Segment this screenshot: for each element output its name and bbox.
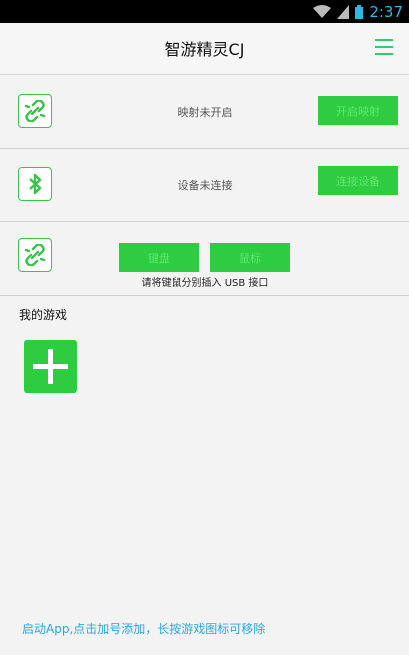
bluetooth-icon xyxy=(18,167,52,201)
menu-icon[interactable] xyxy=(375,39,393,57)
battery-icon xyxy=(355,4,364,19)
status-time: 2:37 xyxy=(369,2,403,21)
status-bar: 2:37 xyxy=(0,0,409,23)
add-game-button[interactable] xyxy=(24,340,77,393)
wifi-icon xyxy=(313,4,332,18)
start-mapping-button[interactable]: 开启映射 xyxy=(318,96,398,125)
connect-device-button[interactable]: 连接设备 xyxy=(318,166,398,195)
my-games-title: 我的游戏 xyxy=(19,308,68,322)
link-broken-icon xyxy=(18,94,52,128)
page-title: 智游精灵CJ xyxy=(164,40,245,59)
keyboard-button[interactable]: 键盘 xyxy=(119,243,199,272)
link-broken-icon xyxy=(18,238,52,272)
status-icons: 2:37 xyxy=(313,2,403,21)
mouse-button[interactable]: 鼠标 xyxy=(210,243,290,272)
mapping-status: 映射未开启 xyxy=(177,106,233,119)
device-status: 设备未连接 xyxy=(177,179,233,192)
device-row: 设备未连接 连接设备 xyxy=(0,148,409,222)
footer-tip: 启动App,点击加号添加，长按游戏图标可移除 xyxy=(22,622,266,636)
app-header: 智游精灵CJ xyxy=(0,23,409,75)
usb-hint: 请将键鼠分别插入 USB 接口 xyxy=(141,278,269,289)
signal-icon xyxy=(337,4,350,19)
mapping-row: 映射未开启 开启映射 xyxy=(0,75,409,149)
usb-row: 键盘 鼠标 请将键鼠分别插入 USB 接口 xyxy=(0,222,409,296)
